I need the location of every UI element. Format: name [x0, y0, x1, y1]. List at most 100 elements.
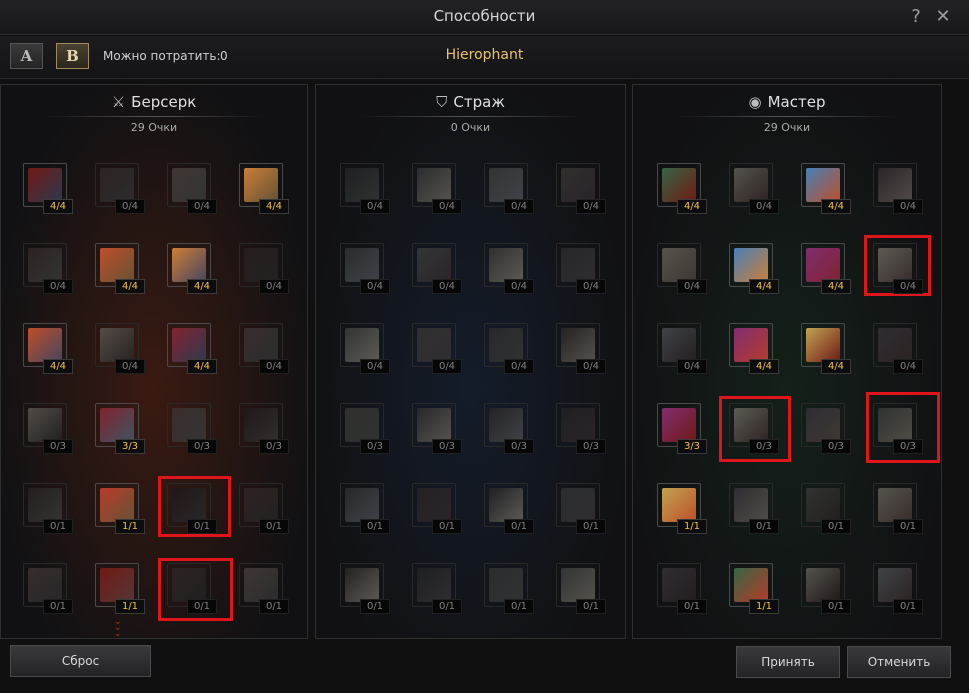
skill-slot[interactable]: 4/4 [729, 243, 779, 294]
skill-level-badge: 0/4 [432, 359, 462, 374]
skill-slot[interactable]: 0/3 [801, 403, 851, 454]
skill-slot[interactable]: 4/4 [657, 163, 707, 214]
skill-slot[interactable]: 0/4 [167, 163, 217, 214]
skill-slot[interactable]: 0/4 [873, 323, 923, 374]
skill-slot[interactable]: 0/1 [729, 483, 779, 534]
skill-slot[interactable]: 0/4 [657, 323, 707, 374]
skill-slot[interactable]: 0/1 [167, 563, 217, 614]
skill-level-badge: 4/4 [187, 279, 217, 294]
skill-icon [489, 168, 523, 202]
skill-slot[interactable]: 0/4 [484, 243, 534, 294]
skill-slot[interactable]: 0/1 [556, 563, 606, 614]
skill-slot[interactable]: 4/4 [167, 323, 217, 374]
skill-slot[interactable]: 0/3 [340, 403, 390, 454]
skill-slot[interactable]: 0/4 [412, 163, 462, 214]
skill-slot[interactable]: 0/1 [873, 563, 923, 614]
skill-icon [417, 168, 451, 202]
skill-slot[interactable]: 0/3 [239, 403, 289, 454]
skill-level-badge: 4/4 [677, 199, 707, 214]
skill-slot[interactable]: 4/4 [239, 163, 289, 214]
skill-slot[interactable]: 0/4 [873, 163, 923, 214]
skill-slot[interactable]: 0/3 [412, 403, 462, 454]
skill-slot[interactable]: 0/1 [239, 483, 289, 534]
preset-a-button[interactable]: A [10, 43, 43, 69]
skill-icon [100, 168, 134, 202]
skill-slot[interactable]: 0/1 [484, 483, 534, 534]
skill-level-badge: 0/1 [360, 599, 390, 614]
skill-slot[interactable]: 4/4 [95, 243, 145, 294]
close-icon[interactable]: ✕ [931, 4, 955, 28]
skill-slot[interactable]: 0/1 [412, 483, 462, 534]
skill-level-badge: 0/4 [115, 199, 145, 214]
skill-level-badge: 0/4 [259, 359, 289, 374]
skill-slot[interactable]: 0/1 [239, 563, 289, 614]
help-icon[interactable]: ? [904, 4, 928, 28]
skill-slot[interactable]: 0/4 [95, 323, 145, 374]
skill-slot[interactable]: 0/1 [801, 563, 851, 614]
skill-slot[interactable]: 4/4 [23, 323, 73, 374]
skill-slot[interactable]: 0/3 [484, 403, 534, 454]
skill-slot[interactable]: 1/1 [657, 483, 707, 534]
skill-slot[interactable]: 4/4 [801, 163, 851, 214]
skill-level-badge: 1/1 [677, 519, 707, 534]
skill-slot[interactable]: 0/3 [556, 403, 606, 454]
skill-slot[interactable]: 0/4 [340, 323, 390, 374]
skill-slot[interactable]: 0/1 [801, 483, 851, 534]
skill-slot[interactable]: 0/3 [167, 403, 217, 454]
skill-slot[interactable]: 0/4 [556, 323, 606, 374]
skill-slot[interactable]: 3/3 [95, 403, 145, 454]
skill-slot[interactable]: 0/4 [657, 243, 707, 294]
skill-slot[interactable]: 0/1 [556, 483, 606, 534]
skill-slot[interactable]: 1/1 [95, 483, 145, 534]
skill-slot[interactable]: 0/4 [239, 323, 289, 374]
skill-slot[interactable]: 0/4 [484, 323, 534, 374]
skill-slot[interactable]: 0/4 [340, 243, 390, 294]
skill-level-badge: 3/3 [677, 439, 707, 454]
skill-icon [28, 568, 62, 602]
skill-slot[interactable]: 0/4 [340, 163, 390, 214]
skill-level-badge: 0/1 [821, 519, 851, 534]
skill-level-badge: 0/1 [893, 519, 923, 534]
accept-button[interactable]: Принять [736, 646, 840, 678]
skill-slot[interactable]: 0/1 [23, 483, 73, 534]
skill-slot[interactable]: 0/4 [556, 163, 606, 214]
skill-slot[interactable]: 4/4 [23, 163, 73, 214]
skill-slot[interactable]: 0/4 [23, 243, 73, 294]
skill-slot[interactable]: 1/1 [95, 563, 145, 614]
skill-slot[interactable]: 0/1 [873, 483, 923, 534]
skill-slot[interactable]: 0/1 [167, 483, 217, 534]
skill-slot[interactable]: 0/1 [23, 563, 73, 614]
skill-slot[interactable]: 4/4 [801, 243, 851, 294]
skill-slot[interactable]: 0/1 [412, 563, 462, 614]
skill-slot[interactable]: 0/1 [340, 563, 390, 614]
skill-icon [244, 328, 278, 362]
skill-icon [100, 328, 134, 362]
skill-slot[interactable]: 0/1 [484, 563, 534, 614]
skill-slot[interactable]: 4/4 [167, 243, 217, 294]
skill-slot[interactable]: 1/1 [729, 563, 779, 614]
skill-slot[interactable]: 0/4 [412, 243, 462, 294]
skill-slot[interactable]: 0/4 [239, 243, 289, 294]
skill-slot[interactable]: 0/4 [95, 163, 145, 214]
skill-slot[interactable]: 0/1 [340, 483, 390, 534]
preset-b-button[interactable]: B [56, 43, 89, 69]
skill-slot[interactable]: 3/3 [657, 403, 707, 454]
skill-icon [172, 488, 206, 522]
skill-slot[interactable]: 4/4 [729, 323, 779, 374]
skill-slot[interactable]: 0/1 [657, 563, 707, 614]
cancel-button[interactable]: Отменить [847, 646, 951, 678]
skill-slot[interactable]: 0/4 [412, 323, 462, 374]
skill-level-badge: 0/3 [749, 439, 779, 454]
skill-slot[interactable]: 0/4 [873, 243, 923, 294]
skill-slot[interactable]: 0/4 [556, 243, 606, 294]
skill-slot[interactable]: 0/3 [23, 403, 73, 454]
skill-slot[interactable]: 0/3 [873, 403, 923, 454]
chevron-down-icon: ⌄ ⌄ ⌄ [114, 617, 122, 639]
skill-level-badge: 0/4 [360, 279, 390, 294]
skill-slot[interactable]: 0/3 [729, 403, 779, 454]
skill-slot[interactable]: 0/4 [729, 163, 779, 214]
reset-button[interactable]: Сброс [10, 645, 151, 677]
skill-slot[interactable]: 0/4 [484, 163, 534, 214]
skill-slot[interactable]: 4/4 [801, 323, 851, 374]
skill-level-badge: 0/1 [259, 519, 289, 534]
